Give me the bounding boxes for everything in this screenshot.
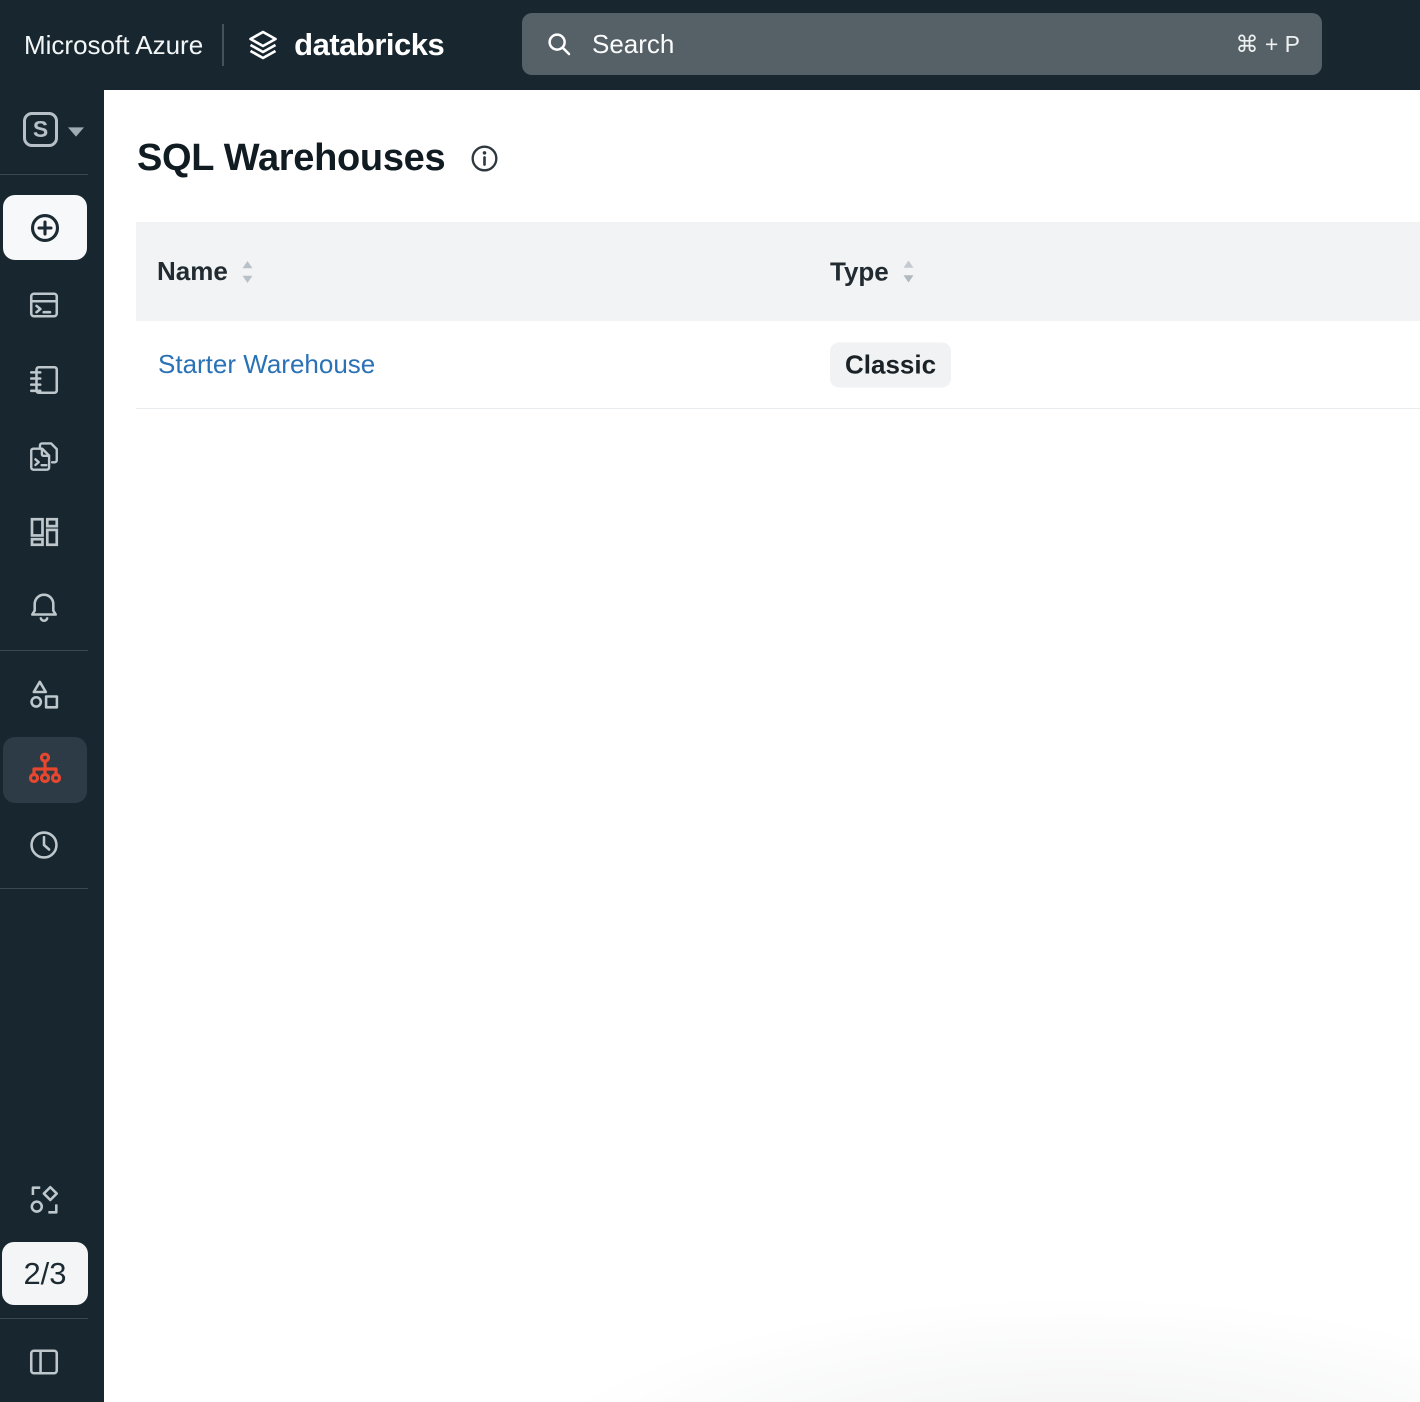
workspace-switcher-icon: S bbox=[23, 112, 58, 147]
dashboards-icon bbox=[26, 514, 62, 550]
warehouse-name-link[interactable]: Starter Warehouse bbox=[158, 349, 375, 380]
sidebar-item-sql-editor[interactable] bbox=[0, 277, 88, 333]
main-content: SQL Warehouses Name bbox=[104, 90, 1420, 1402]
marketplace-combine-icon bbox=[26, 1182, 62, 1218]
sidebar-toggle-button[interactable] bbox=[0, 1334, 88, 1390]
sidebar-item-sql-warehouses[interactable] bbox=[3, 737, 87, 803]
azure-home-link[interactable]: Microsoft Azure bbox=[24, 30, 203, 61]
top-bar: Microsoft Azure databricks bbox=[0, 0, 1420, 90]
workspace-switcher[interactable]: S bbox=[0, 90, 104, 160]
table-row[interactable]: Starter Warehouse Classic bbox=[136, 321, 1420, 409]
app-window: Microsoft Azure databricks bbox=[0, 0, 1420, 1402]
column-header-name[interactable]: Name bbox=[157, 256, 255, 287]
column-header-type[interactable]: Type bbox=[830, 256, 916, 287]
page-title-row: SQL Warehouses bbox=[137, 134, 501, 182]
sql-editor-icon bbox=[26, 287, 62, 323]
sidebar-divider bbox=[0, 174, 88, 175]
sidebar-item-alerts[interactable] bbox=[0, 579, 88, 635]
data-shapes-icon bbox=[26, 677, 62, 713]
warehouses-table-header: Name Type bbox=[136, 222, 1420, 321]
sidebar-item-dashboards[interactable] bbox=[0, 504, 88, 560]
search-shortcut-hint: ⌘ + P bbox=[1235, 31, 1300, 58]
sort-arrows-icon bbox=[240, 259, 255, 285]
column-label: Name bbox=[157, 256, 228, 287]
usage-counter-badge[interactable]: 2/3 bbox=[2, 1242, 88, 1305]
topbar-divider bbox=[222, 24, 224, 66]
queries-icon bbox=[26, 438, 62, 474]
new-button[interactable] bbox=[3, 195, 87, 260]
info-circle-icon bbox=[468, 142, 501, 175]
sidebar-toggle-icon bbox=[26, 1344, 62, 1380]
databricks-logo-icon bbox=[243, 25, 283, 65]
sort-arrows-icon bbox=[901, 259, 916, 285]
sidebar-divider bbox=[0, 888, 88, 889]
column-label: Type bbox=[830, 256, 889, 287]
notebook-icon bbox=[26, 362, 62, 398]
brand-wordmark: databricks bbox=[294, 27, 444, 63]
search-icon bbox=[544, 29, 574, 59]
alerts-bell-icon bbox=[26, 589, 62, 625]
sidebar-item-marketplace[interactable] bbox=[0, 1172, 88, 1228]
sidebar-item-queries[interactable] bbox=[0, 428, 88, 484]
sidebar-divider bbox=[0, 1318, 88, 1319]
sidebar-item-notebooks[interactable] bbox=[0, 352, 88, 408]
global-search[interactable]: ⌘ + P bbox=[522, 13, 1322, 75]
plus-circle-icon bbox=[28, 211, 62, 245]
sidebar-item-query-history[interactable] bbox=[0, 817, 88, 873]
sidebar-divider bbox=[0, 650, 88, 651]
info-button[interactable] bbox=[468, 142, 501, 175]
sql-warehouses-icon bbox=[25, 750, 65, 790]
query-history-clock-icon bbox=[26, 827, 62, 863]
page-title: SQL Warehouses bbox=[137, 134, 445, 182]
caret-down-icon bbox=[68, 127, 84, 137]
warehouse-type-badge: Classic bbox=[830, 342, 951, 387]
search-input[interactable] bbox=[590, 28, 1235, 61]
databricks-home-link[interactable]: databricks bbox=[243, 25, 444, 65]
sidebar: S bbox=[0, 90, 104, 1402]
sidebar-item-data[interactable] bbox=[0, 667, 88, 723]
